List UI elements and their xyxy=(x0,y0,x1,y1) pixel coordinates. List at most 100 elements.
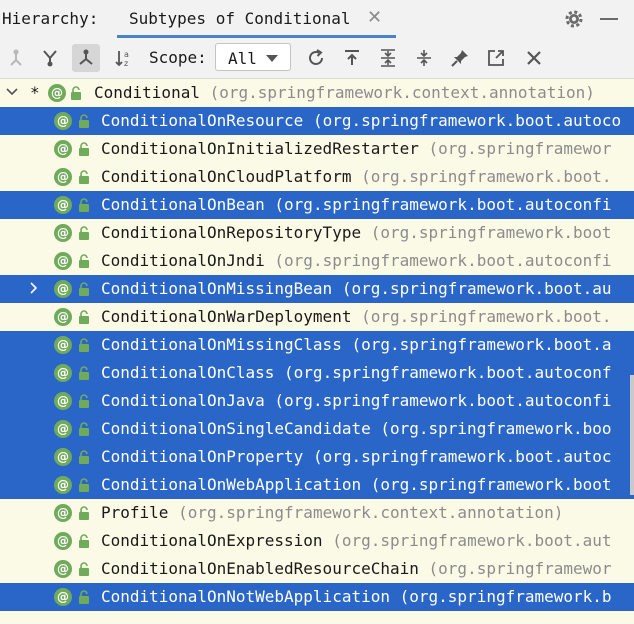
svg-text:a: a xyxy=(124,50,129,59)
lock-icon xyxy=(79,254,89,268)
annotation-icon: @ xyxy=(54,140,72,158)
root-marker: * xyxy=(30,83,40,102)
minimize-icon[interactable] xyxy=(600,18,618,20)
tree-item-row[interactable]: @ ConditionalOnCloudPlatform (org.springf… xyxy=(0,163,634,191)
lock-icon xyxy=(79,422,89,436)
open-in-new-tab-icon[interactable] xyxy=(482,44,510,72)
annotation-icon: @ xyxy=(54,196,72,214)
annotation-icon: @ xyxy=(54,532,72,550)
export-icon[interactable] xyxy=(338,44,366,72)
lock-icon xyxy=(79,338,89,352)
tree-item-label: ConditionalOnWebApplication (org.springf… xyxy=(101,475,612,494)
scope-select[interactable]: All xyxy=(215,43,291,71)
lock-icon xyxy=(79,170,89,184)
supertypes-hierarchy-icon[interactable] xyxy=(2,44,30,72)
annotation-icon: @ xyxy=(54,336,72,354)
tree-item-row[interactable]: @ ConditionalOnClass (org.springframework… xyxy=(0,359,634,387)
pin-icon[interactable] xyxy=(446,44,474,72)
svg-text:z: z xyxy=(124,59,128,68)
tree-item-row[interactable]: @ Profile (org.springframework.context.an… xyxy=(0,499,634,527)
tree-item-label: ConditionalOnSingleCandidate (org.spring… xyxy=(101,419,612,438)
tree-item-label: ConditionalOnJndi (org.springframework.b… xyxy=(101,251,612,270)
annotation-icon: @ xyxy=(54,588,72,606)
annotation-icon: @ xyxy=(54,560,72,578)
annotation-icon: @ xyxy=(54,168,72,186)
close-icon[interactable] xyxy=(520,44,548,72)
tab-subtypes[interactable]: Subtypes of Conditional ✕ xyxy=(117,0,396,38)
scope-value: All xyxy=(228,49,257,68)
tree-item-row[interactable]: @ ConditionalOnExpression (org.springfram… xyxy=(0,527,634,555)
lock-icon xyxy=(79,198,89,212)
tree-item-label: Conditional (org.springframework.context… xyxy=(94,83,595,102)
collapse-all-icon[interactable] xyxy=(410,44,438,72)
lock-icon xyxy=(79,562,89,576)
tree-item-row[interactable]: @ ConditionalOnJndi (org.springframework.… xyxy=(0,247,634,275)
class-hierarchy-icon[interactable] xyxy=(72,44,100,72)
subtypes-hierarchy-icon[interactable] xyxy=(36,44,64,72)
tree-item-label: Profile (org.springframework.context.ann… xyxy=(101,503,564,522)
tree-item-row[interactable]: @ ConditionalOnMissingBean (org.springfra… xyxy=(0,275,634,303)
tab-label: Subtypes of Conditional xyxy=(129,9,351,28)
annotation-icon: @ xyxy=(54,308,72,326)
tree-item-row[interactable]: @ ConditionalOnSingleCandidate (org.sprin… xyxy=(0,415,634,443)
annotation-icon: @ xyxy=(54,392,72,410)
sort-alphabetically-icon[interactable]: az xyxy=(110,44,138,72)
tree-item-row[interactable]: @ ConditionalOnProperty (org.springframew… xyxy=(0,443,634,471)
tree-item-row[interactable]: @ ConditionalOnJava (org.springframework.… xyxy=(0,387,634,415)
chevron-down-icon[interactable] xyxy=(5,85,19,99)
lock-icon xyxy=(79,310,89,324)
expand-all-icon[interactable] xyxy=(374,44,402,72)
chevron-right-icon[interactable] xyxy=(27,281,41,295)
tree-item-label: ConditionalOnClass (org.springframework.… xyxy=(101,363,612,382)
lock-icon xyxy=(79,366,89,380)
annotation-icon: @ xyxy=(54,448,72,466)
tree-item-row[interactable]: @ ConditionalOnBean (org.springframework.… xyxy=(0,191,634,219)
annotation-icon: @ xyxy=(54,252,72,270)
tree-item-row[interactable]: @ ConditionalOnWebApplication (org.spring… xyxy=(0,471,634,499)
gear-icon[interactable] xyxy=(563,8,585,30)
close-icon[interactable]: ✕ xyxy=(367,7,382,28)
chevron-down-icon xyxy=(266,55,278,62)
tree-item-label: ConditionalOnWarDeployment (org.springfr… xyxy=(101,307,612,326)
tree-item-row[interactable]: @ ConditionalOnResource (org.springframew… xyxy=(0,107,634,135)
lock-icon xyxy=(79,450,89,464)
lock-icon xyxy=(79,282,89,296)
tree-item-row[interactable]: @ ConditionalOnWarDeployment (org.springf… xyxy=(0,303,634,331)
annotation-icon: @ xyxy=(54,112,72,130)
lock-icon xyxy=(79,590,89,604)
tree-item-label: ConditionalOnMissingBean (org.springfram… xyxy=(101,279,612,298)
tree-item-label: ConditionalOnExpression (org.springframe… xyxy=(101,531,612,550)
tree-item-label: ConditionalOnProperty (org.springframewo… xyxy=(101,447,612,466)
tree-item-row[interactable]: @ ConditionalOnInitializedRestarter (org.… xyxy=(0,135,634,163)
toolbar: az xyxy=(0,38,634,79)
lock-icon xyxy=(79,534,89,548)
lock-icon xyxy=(79,394,89,408)
annotation-icon: @ xyxy=(48,84,66,102)
tree-item-label: ConditionalOnRepositoryType (org.springf… xyxy=(101,223,612,242)
annotation-icon: @ xyxy=(54,224,72,242)
lock-icon xyxy=(79,142,89,156)
tree-root-row[interactable]: * @ Conditional (org.springframework.con… xyxy=(0,79,634,107)
lock-icon xyxy=(79,478,89,492)
tree-item-label: ConditionalOnResource (org.springframewo… xyxy=(101,111,622,130)
lock-icon xyxy=(71,86,81,100)
scope-label: Scope: xyxy=(149,48,207,67)
tree-item-row[interactable]: @ ConditionalOnMissingClass (org.springfr… xyxy=(0,331,634,359)
lock-icon xyxy=(79,506,89,520)
hierarchy-label: Hierarchy: xyxy=(2,9,99,28)
tree-item-label: ConditionalOnNotWebApplication (org.spri… xyxy=(101,587,612,606)
tree-item-row[interactable]: @ ConditionalOnNotWebApplication (org.spr… xyxy=(0,583,634,611)
annotation-icon: @ xyxy=(54,476,72,494)
tree-item-row[interactable]: @ ConditionalOnEnabledResourceChain (org.… xyxy=(0,555,634,583)
hierarchy-tree: * @ Conditional (org.springframework.con… xyxy=(0,79,634,624)
scrollbar[interactable] xyxy=(630,375,634,495)
tree-item-label: ConditionalOnJava (org.springframework.b… xyxy=(101,391,612,410)
annotation-icon: @ xyxy=(54,504,72,522)
refresh-icon[interactable] xyxy=(302,44,330,72)
annotation-icon: @ xyxy=(54,364,72,382)
annotation-icon: @ xyxy=(54,420,72,438)
tree-item-label: ConditionalOnBean (org.springframework.b… xyxy=(101,195,612,214)
tree-item-label: ConditionalOnMissingClass (org.springfra… xyxy=(101,335,612,354)
tree-item-label: ConditionalOnEnabledResourceChain (org.s… xyxy=(101,559,612,578)
tree-item-row[interactable]: @ ConditionalOnRepositoryType (org.spring… xyxy=(0,219,634,247)
